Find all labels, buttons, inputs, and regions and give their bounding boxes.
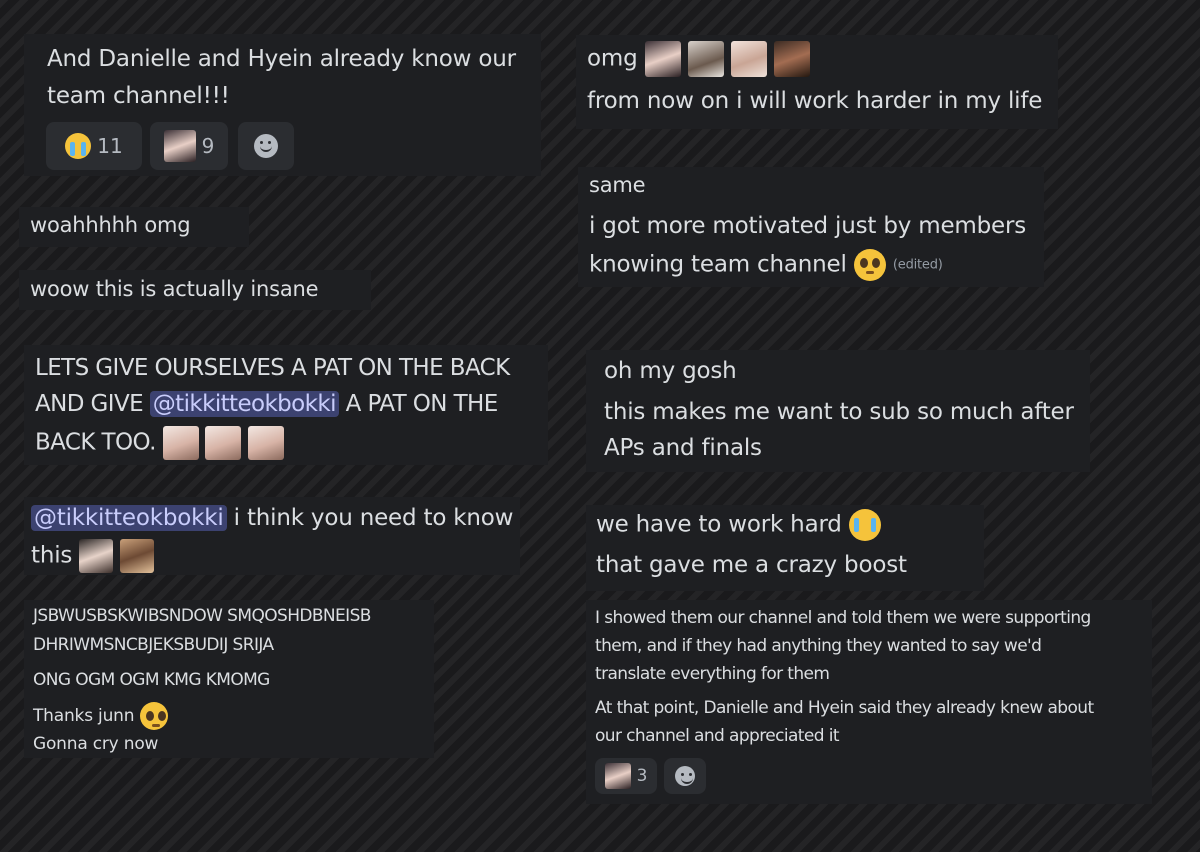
message-text: from now on i will work harder in my lif… [587, 88, 1043, 114]
message-text-with-mention: AND GIVE @tikkitteokbokki A PAT ON THE [35, 391, 498, 417]
message-card-work-hard: we have to work hard that gave me a craz… [586, 505, 984, 591]
message-text: them, and if they had anything they want… [595, 636, 1042, 656]
pleading-face-icon [853, 249, 886, 281]
message-text: BACK TOO. [35, 429, 156, 456]
message-text: At that point, Danielle and Hyein said t… [595, 698, 1094, 718]
reaction-crying[interactable]: 11 [46, 122, 142, 170]
message-text: woow this is actually insane [30, 277, 319, 301]
message-card-work-harder: omg from now on i will work harder in my… [576, 35, 1058, 129]
pleading-face-icon [139, 702, 168, 730]
message-text-with-emojis: this [31, 539, 155, 573]
message-text: JSBWUSBSKWIBSNDOW SMQOSHDBNEISB [33, 606, 371, 626]
avatar-emoji-icon [162, 426, 199, 460]
message-text: i got more motivated just by members [589, 213, 1027, 239]
message-text-with-mention: @tikkitteokbokki i think you need to kno… [31, 505, 513, 531]
avatar-emoji-icon [79, 539, 114, 573]
avatar-emoji-icon [247, 426, 284, 460]
reaction-count: 9 [201, 134, 215, 158]
message-card-insane: woow this is actually insane [19, 270, 371, 310]
message-text-with-emoji: we have to work hard [596, 509, 881, 541]
message-card-woah: woahhhhh omg [19, 207, 249, 247]
crying-face-icon [65, 133, 92, 159]
message-text: knowing team channel [589, 251, 847, 278]
message-text: And Danielle and Hyein already know our [47, 46, 516, 72]
message-card-team-channel: And Danielle and Hyein already know our … [24, 34, 541, 176]
message-card-oh-my-gosh: oh my gosh this makes me want to sub so … [586, 350, 1090, 472]
message-text: AND GIVE [35, 391, 144, 417]
message-text: A PAT ON THE [345, 391, 499, 417]
message-text-with-emoji: Thanks junn [33, 702, 168, 730]
message-card-pat-on-back: LETS GIVE OURSELVES A PAT ON THE BACK AN… [24, 345, 548, 465]
message-text: DHRIWMSNCBJEKSBUDIJ SRIJA [33, 635, 274, 655]
message-text-with-emojis: omg [587, 41, 810, 77]
user-mention[interactable]: @tikkitteokbokki [31, 505, 227, 531]
message-card-showed-channel: I showed them our channel and told them … [586, 600, 1152, 804]
reaction-count: 11 [97, 134, 123, 158]
crying-face-icon [848, 509, 881, 541]
avatar-emoji-icon [644, 41, 681, 77]
smiley-icon [675, 766, 695, 786]
edited-label: (edited) [892, 257, 943, 273]
message-card-keysmash: JSBWUSBSKWIBSNDOW SMQOSHDBNEISB DHRIWMSN… [24, 600, 434, 758]
add-reaction-button[interactable] [238, 122, 294, 170]
message-text: our channel and appreciated it [595, 726, 840, 746]
add-reaction-button[interactable] [664, 758, 706, 794]
message-text: omg [587, 45, 638, 72]
message-card-motivated: same i got more motivated just by member… [578, 167, 1044, 287]
message-text: Gonna cry now [33, 734, 159, 754]
message-card-need-to-know: @tikkitteokbokki i think you need to kno… [24, 497, 520, 575]
avatar-emoji-icon [687, 41, 724, 77]
message-text: i think you need to know [233, 505, 514, 531]
message-text: ONG OGM OGM KMG KMOMG [33, 670, 270, 690]
avatar-emoji-icon [604, 763, 631, 789]
message-text: team channel!!! [47, 83, 230, 109]
avatar-emoji-icon [730, 41, 767, 77]
message-text: this [31, 542, 73, 569]
message-text: woahhhhh omg [30, 213, 191, 237]
message-text: that gave me a crazy boost [596, 552, 907, 578]
smiley-icon [254, 134, 278, 158]
message-text: APs and finals [604, 435, 762, 461]
avatar-emoji-icon [120, 539, 155, 573]
reaction-avatar[interactable]: 3 [595, 758, 657, 794]
message-text: LETS GIVE OURSELVES A PAT ON THE BACK [35, 355, 510, 381]
message-text: we have to work hard [596, 511, 842, 538]
avatar-emoji-icon [205, 426, 242, 460]
message-text: translate everything for them [595, 664, 830, 684]
message-text: this makes me want to sub so much after [604, 399, 1074, 425]
message-text: I showed them our channel and told them … [595, 608, 1091, 628]
message-text-with-emoji: knowing team channel (edited) [589, 249, 943, 281]
message-text-with-emojis: BACK TOO. [35, 426, 284, 460]
message-text: oh my gosh [604, 358, 737, 384]
reaction-count: 3 [636, 766, 648, 786]
avatar-emoji-icon [163, 130, 196, 162]
message-text: same [589, 173, 646, 197]
avatar-emoji-icon [773, 41, 810, 77]
message-text: Thanks junn [33, 706, 135, 726]
reaction-avatar[interactable]: 9 [150, 122, 228, 170]
user-mention[interactable]: @tikkitteokbokki [149, 391, 339, 417]
